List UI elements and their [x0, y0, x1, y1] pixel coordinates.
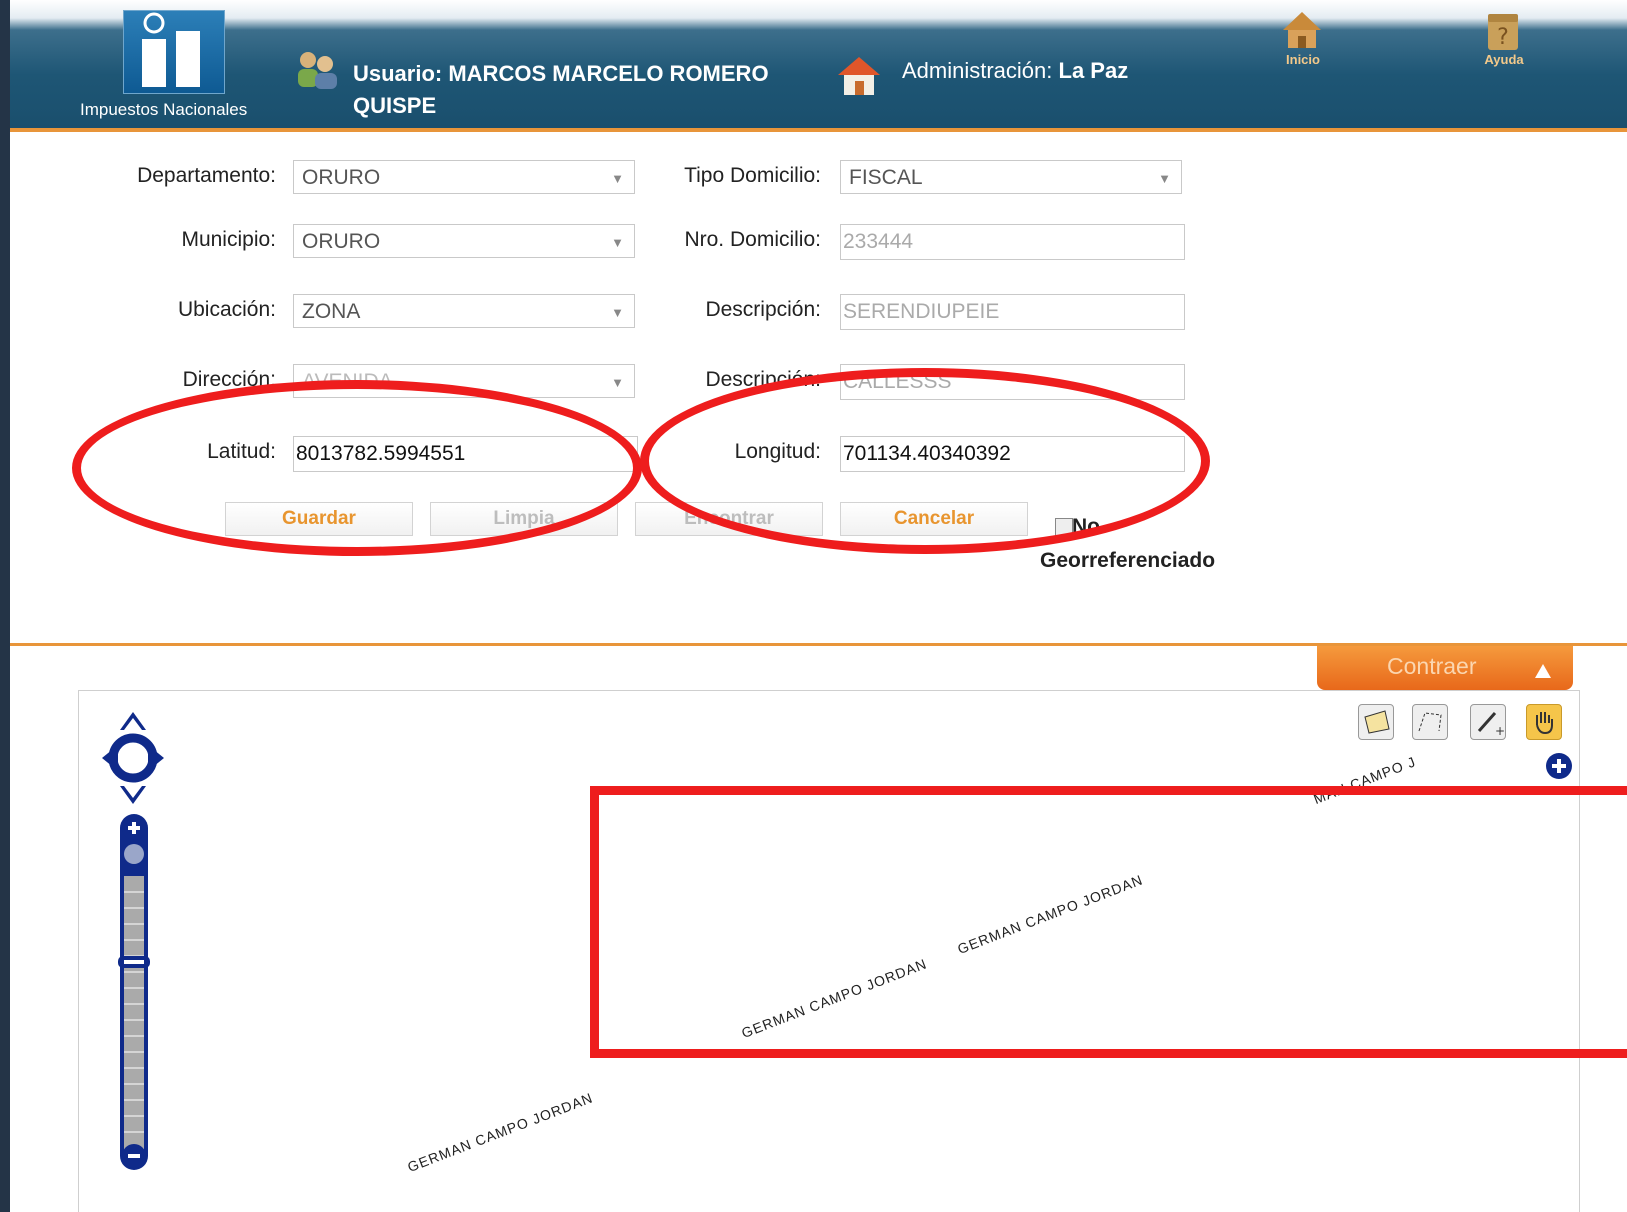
svg-text:?: ?	[1497, 25, 1509, 50]
nro-domicilio-label: Nro. Domicilio:	[684, 228, 821, 251]
annotation-rectangle	[590, 786, 1627, 1058]
svg-text:+: +	[1495, 724, 1505, 738]
user-name: Usuario: MARCOS MARCELO ROMERO QUISPE	[353, 61, 769, 118]
logo-icon	[123, 10, 225, 94]
pan-control[interactable]	[102, 712, 164, 809]
municipio-select[interactable]: ORURO ▼	[293, 224, 635, 258]
inicio-home-icon[interactable]	[1281, 10, 1323, 55]
tipo-domicilio-label: Tipo Domicilio:	[684, 164, 821, 187]
descripcion-label: Descripción:	[705, 298, 821, 321]
administration-info: Administración: La Paz	[902, 58, 1129, 83]
street-label: GERMAN CAMPO JORDAN	[405, 1089, 596, 1175]
layer-switcher-plus-icon[interactable]	[1545, 752, 1573, 785]
contraer-button[interactable]: Contraer	[1317, 646, 1573, 690]
home-admin-icon	[836, 55, 882, 102]
pan-hand-icon[interactable]	[1526, 704, 1562, 740]
arrow-up-icon	[1535, 664, 1551, 678]
descripcion-input[interactable]: SERENDIUPEIE	[840, 294, 1185, 330]
draw-polygon-icon[interactable]	[1412, 704, 1448, 740]
edit-pencil-icon[interactable]: +	[1470, 704, 1506, 740]
municipio-label: Municipio:	[181, 228, 276, 251]
zoom-slider[interactable]	[118, 812, 150, 1177]
ubicacion-label: Ubicación:	[177, 298, 276, 321]
chevron-down-icon: ▼	[1158, 171, 1171, 186]
ayuda-help-icon[interactable]: ?	[1485, 12, 1521, 57]
ayuda-link[interactable]: Ayuda	[1476, 52, 1532, 67]
tipo-domicilio-select[interactable]: FISCAL ▼	[840, 160, 1182, 194]
annotation-ellipse-latitud	[72, 380, 642, 556]
users-icon	[292, 50, 342, 95]
departamento-label: Departamento:	[137, 164, 276, 187]
logo-text: Impuestos Nacionales	[80, 100, 248, 119]
nro-domicilio-input[interactable]: 233444	[840, 224, 1185, 260]
header-bar: Impuestos Nacionales Usuario: MARCOS MAR…	[10, 0, 1627, 132]
app-frame: Impuestos Nacionales Usuario: MARCOS MAR…	[10, 0, 1627, 1212]
ubicacion-select[interactable]: ZONA ▼	[293, 294, 635, 328]
polygon-select-icon[interactable]	[1358, 704, 1394, 740]
annotation-ellipse-longitud	[640, 368, 1210, 554]
inicio-link[interactable]: Inicio	[1275, 52, 1331, 67]
departamento-select[interactable]: ORURO ▼	[293, 160, 635, 194]
